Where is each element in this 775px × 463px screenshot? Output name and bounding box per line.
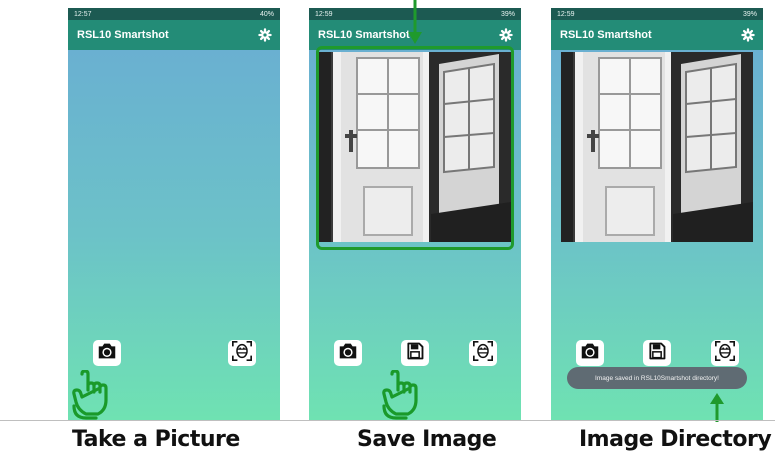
take-picture-button[interactable] <box>93 340 121 366</box>
face-scan-icon <box>472 340 494 367</box>
phone-screen-image-directory: 12:59 39% RSL10 Smartshot Image saved in… <box>551 8 763 420</box>
arrow-icon <box>710 393 724 422</box>
phone-screen-take-picture: 12:57 40% RSL10 Smartshot <box>68 8 280 420</box>
gear-icon[interactable] <box>258 28 272 42</box>
photo-highlight-box <box>316 46 514 250</box>
app-bar: RSL10 Smartshot <box>551 20 763 50</box>
status-time: 12:57 <box>74 10 92 18</box>
battery-level: 39% <box>742 10 757 18</box>
status-time: 12:59 <box>315 10 333 18</box>
status-bar: 12:57 40% <box>68 8 280 20</box>
caption-save-image: Save Image <box>357 427 497 452</box>
status-bar: 12:59 39% <box>551 8 763 20</box>
face-scan-icon <box>231 340 253 367</box>
status-time: 12:59 <box>557 10 575 18</box>
save-image-button[interactable] <box>401 340 429 366</box>
caption-take-picture: Take a Picture <box>72 427 240 452</box>
divider <box>0 420 775 421</box>
captured-photo <box>561 52 753 242</box>
floppy-disk-icon <box>405 341 425 366</box>
gear-icon[interactable] <box>499 28 513 42</box>
app-bar: RSL10 Smartshot <box>68 20 280 50</box>
tap-hand-icon <box>70 370 130 420</box>
camera-icon <box>579 340 601 367</box>
battery-level: 40% <box>259 10 274 18</box>
gear-icon[interactable] <box>741 28 755 42</box>
app-title: RSL10 Smartshot <box>77 29 169 41</box>
floppy-disk-icon <box>647 341 667 366</box>
arrow-icon <box>408 0 422 44</box>
image-directory-button[interactable] <box>711 340 739 366</box>
save-image-button[interactable] <box>643 340 671 366</box>
app-title: RSL10 Smartshot <box>318 29 410 41</box>
image-directory-button[interactable] <box>228 340 256 366</box>
take-picture-button[interactable] <box>334 340 362 366</box>
face-scan-icon <box>714 340 736 367</box>
image-directory-button[interactable] <box>469 340 497 366</box>
take-picture-button[interactable] <box>576 340 604 366</box>
tap-hand-icon <box>380 370 440 420</box>
caption-image-directory: Image Directory <box>579 427 772 452</box>
battery-level: 39% <box>500 10 515 18</box>
toast-message: Image saved in RSL10Smartshot directory! <box>567 367 747 389</box>
camera-icon <box>96 340 118 367</box>
app-title: RSL10 Smartshot <box>560 29 652 41</box>
camera-icon <box>337 340 359 367</box>
